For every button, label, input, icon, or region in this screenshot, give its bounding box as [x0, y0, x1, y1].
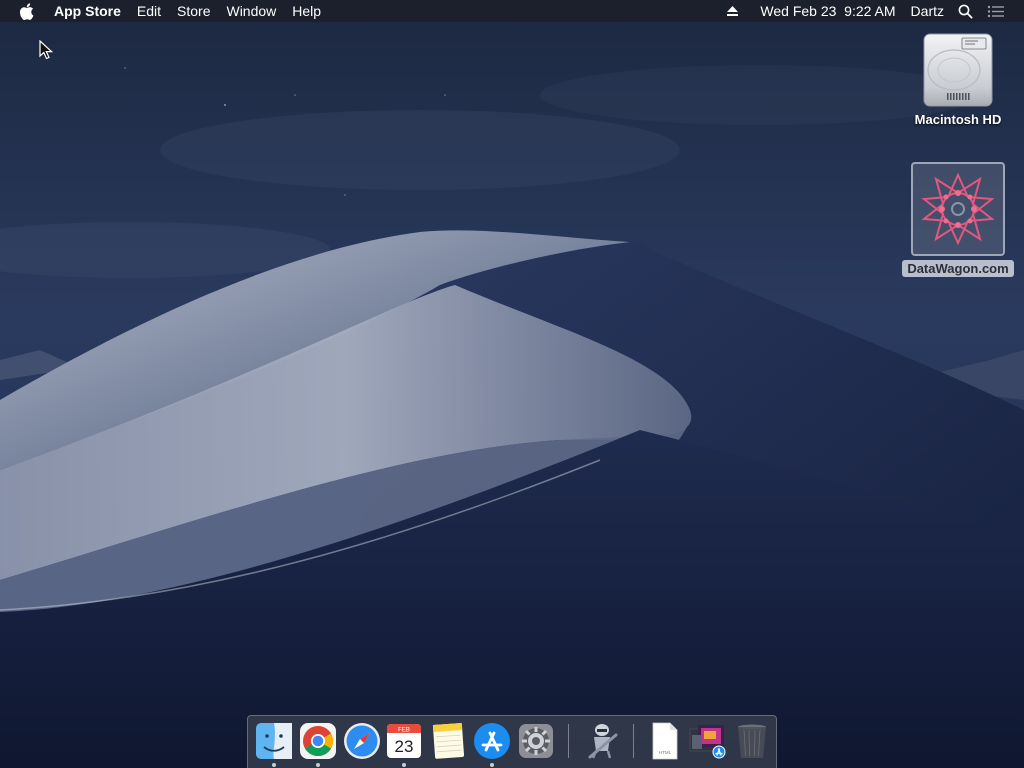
chrome-icon	[300, 723, 336, 759]
desktop-icon-datawagon[interactable]: DataWagon.com	[900, 162, 1016, 277]
desktop-icon-macintosh-hd[interactable]: Macintosh HD	[906, 30, 1010, 127]
finder-icon	[256, 723, 292, 759]
dock-calendar[interactable]: FEB 23	[384, 721, 424, 767]
dock-trash[interactable]	[732, 721, 772, 761]
menu-window[interactable]: Window	[218, 0, 284, 22]
desktop-icon-label: DataWagon.com	[902, 260, 1014, 277]
datawagon-logo-icon	[921, 172, 995, 246]
downloads-stack-icon	[689, 725, 726, 759]
eject-icon[interactable]	[719, 5, 746, 17]
trash-icon	[738, 724, 766, 758]
menu-app-store[interactable]: App Store	[54, 0, 129, 22]
clock-datetime[interactable]: Wed Feb 23 9:22 AM	[746, 0, 902, 22]
gear-icon	[519, 724, 553, 758]
dock-system-preferences[interactable]	[516, 721, 556, 761]
document-type-label: HTML	[659, 750, 672, 755]
desktop-icon-label: Macintosh HD	[914, 112, 1002, 127]
dock-safari[interactable]	[342, 721, 382, 761]
dock: FEB 23 HTML	[247, 715, 777, 768]
wallpaper-dunes	[0, 0, 1024, 768]
running-indicator	[272, 763, 276, 767]
app-store-icon	[474, 723, 510, 759]
dock-finder[interactable]	[254, 721, 294, 767]
dock-separator	[633, 724, 634, 758]
dock-notes[interactable]	[428, 721, 468, 761]
menu-help[interactable]: Help	[284, 0, 329, 22]
mouse-cursor-icon	[39, 40, 53, 60]
running-indicator	[316, 763, 320, 767]
notification-center-icon[interactable]	[980, 5, 1012, 18]
automator-robot-icon	[588, 724, 618, 759]
hard-drive-icon	[923, 33, 993, 107]
user-menu[interactable]: Dartz	[903, 0, 951, 22]
safari-icon	[344, 723, 380, 759]
desktop[interactable]: App Store Edit Store Window Help Wed Feb…	[0, 0, 1024, 768]
running-indicator	[402, 763, 406, 767]
dock-separator	[568, 724, 569, 758]
dock-automator[interactable]	[582, 721, 622, 761]
spotlight-search-icon[interactable]	[951, 4, 980, 19]
dock-chrome[interactable]	[298, 721, 338, 767]
calendar-month: FEB	[398, 728, 410, 734]
apple-menu-icon[interactable]	[19, 2, 35, 20]
menu-store[interactable]: Store	[169, 0, 218, 22]
calendar-icon: FEB 23	[387, 724, 421, 758]
menu-bar: App Store Edit Store Window Help Wed Feb…	[0, 0, 1024, 22]
notes-icon	[432, 722, 465, 759]
dock-downloads-stack[interactable]	[688, 721, 728, 761]
document-icon: HTML	[652, 722, 678, 760]
running-indicator	[490, 763, 494, 767]
dock-html-document[interactable]: HTML	[644, 721, 684, 761]
calendar-day: 23	[395, 737, 414, 756]
thumbnail-frame	[911, 162, 1005, 256]
dock-app-store[interactable]	[472, 721, 512, 767]
menu-edit[interactable]: Edit	[129, 0, 169, 22]
